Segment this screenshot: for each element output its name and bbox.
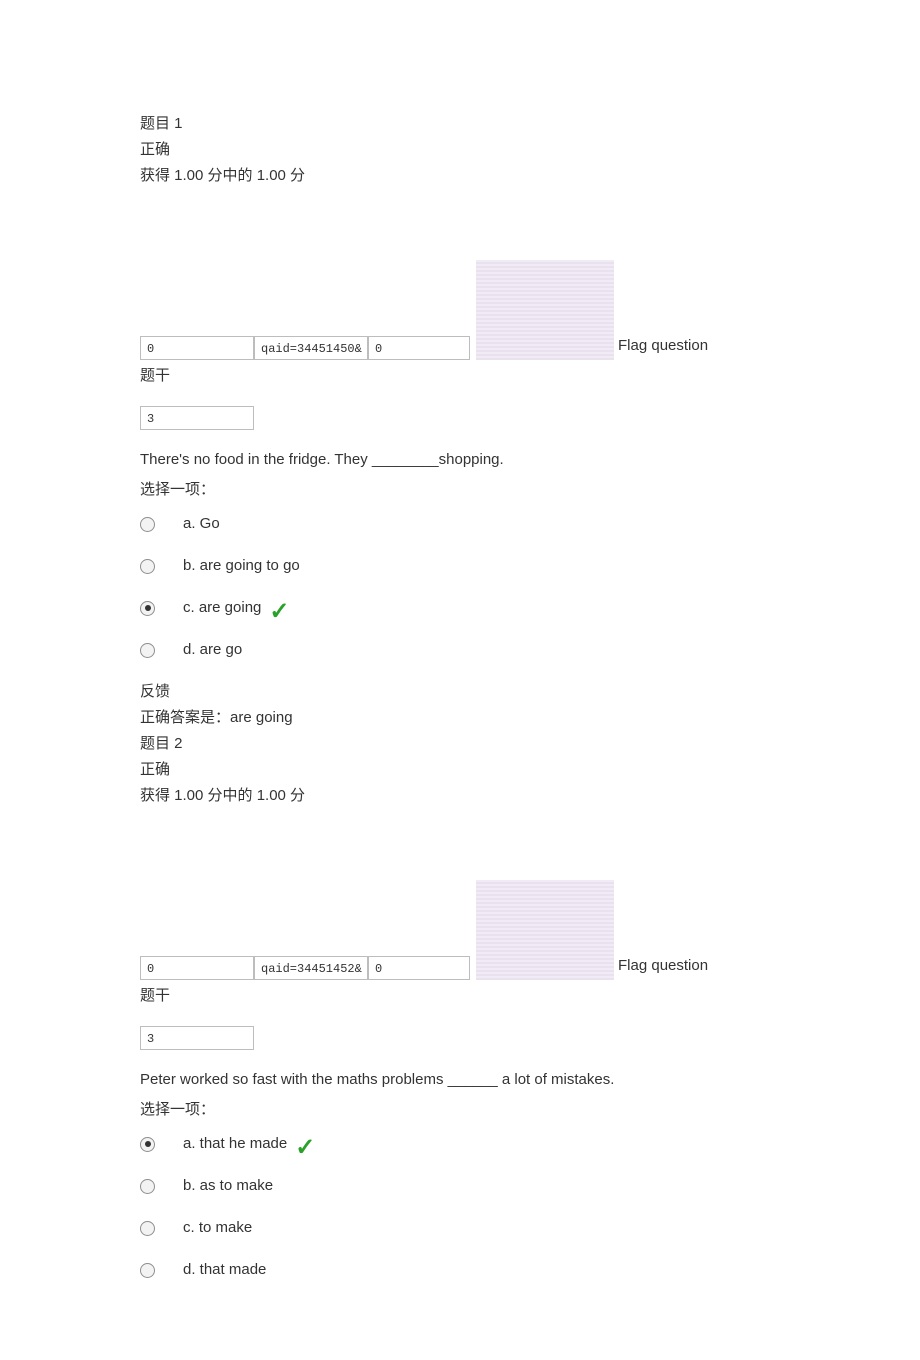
q1-meta-input-a[interactable]: 0: [140, 336, 254, 360]
q1-option-c-label: c. are going: [183, 596, 261, 620]
q2-status: 正确: [140, 758, 780, 782]
q2-flag-panel[interactable]: [476, 880, 614, 980]
q1-correct-answer: 正确答案是：are going: [140, 706, 780, 730]
q2-stem-label: 题干: [140, 984, 780, 1008]
q2-score: 获得 1.00 分中的 1.00 分: [140, 784, 780, 808]
quiz-page: 题目 1 正确 获得 1.00 分中的 1.00 分 0 qaid=344514…: [0, 0, 920, 1360]
checkmark-icon: ✓: [269, 600, 289, 624]
q2-meta-row: 0 qaid=34451452& 0 Flag question: [140, 880, 780, 980]
q1-option-b-label: b. are going to go: [183, 554, 300, 578]
q1-option-a[interactable]: a. Go: [140, 512, 780, 536]
checkmark-icon: ✓: [295, 1136, 315, 1160]
radio-icon[interactable]: [140, 1221, 155, 1236]
radio-icon-checked[interactable]: [140, 601, 155, 616]
q1-meta-input-b[interactable]: qaid=34451450&: [254, 336, 368, 360]
q1-select-label: 选择一项：: [140, 478, 780, 502]
q2-meta-input-c[interactable]: 0: [368, 956, 470, 980]
radio-icon[interactable]: [140, 1179, 155, 1194]
q2-flag-label[interactable]: Flag question: [618, 954, 708, 980]
q1-option-d[interactable]: d. are go: [140, 638, 780, 662]
q1-flag-label[interactable]: Flag question: [618, 334, 708, 360]
q2-option-a[interactable]: a. that he made ✓: [140, 1132, 780, 1156]
q2-stem-input[interactable]: 3: [140, 1026, 254, 1050]
q1-text: There's no food in the fridge. They ____…: [140, 448, 780, 472]
q1-option-c[interactable]: c. are going ✓: [140, 596, 780, 620]
q2-meta-input-a[interactable]: 0: [140, 956, 254, 980]
q1-feedback-label: 反馈: [140, 680, 780, 704]
q1-meta-row: 0 qaid=34451450& 0 Flag question: [140, 260, 780, 360]
radio-icon[interactable]: [140, 643, 155, 658]
q2-option-d-label: d. that made: [183, 1258, 266, 1282]
q1-stem-input[interactable]: 3: [140, 406, 254, 430]
q2-option-c[interactable]: c. to make: [140, 1216, 780, 1240]
radio-icon[interactable]: [140, 559, 155, 574]
q2-option-a-label: a. that he made: [183, 1132, 287, 1156]
q1-score: 获得 1.00 分中的 1.00 分: [140, 164, 780, 188]
q1-meta-input-c[interactable]: 0: [368, 336, 470, 360]
q1-flag-panel[interactable]: [476, 260, 614, 360]
radio-icon-checked[interactable]: [140, 1137, 155, 1152]
q1-stem-label: 题干: [140, 364, 780, 388]
q1-option-a-label: a. Go: [183, 512, 220, 536]
q1-option-d-label: d. are go: [183, 638, 242, 662]
q2-option-b[interactable]: b. as to make: [140, 1174, 780, 1198]
q2-meta-input-b[interactable]: qaid=34451452&: [254, 956, 368, 980]
q1-status: 正确: [140, 138, 780, 162]
q1-title: 题目 1: [140, 112, 780, 136]
q2-text: Peter worked so fast with the maths prob…: [140, 1068, 780, 1092]
q2-option-b-label: b. as to make: [183, 1174, 273, 1198]
q1-option-b[interactable]: b. are going to go: [140, 554, 780, 578]
radio-icon[interactable]: [140, 1263, 155, 1278]
q2-option-c-label: c. to make: [183, 1216, 252, 1240]
q2-option-d[interactable]: d. that made: [140, 1258, 780, 1282]
q2-title: 题目 2: [140, 732, 780, 756]
q2-select-label: 选择一项：: [140, 1098, 780, 1122]
radio-icon[interactable]: [140, 517, 155, 532]
